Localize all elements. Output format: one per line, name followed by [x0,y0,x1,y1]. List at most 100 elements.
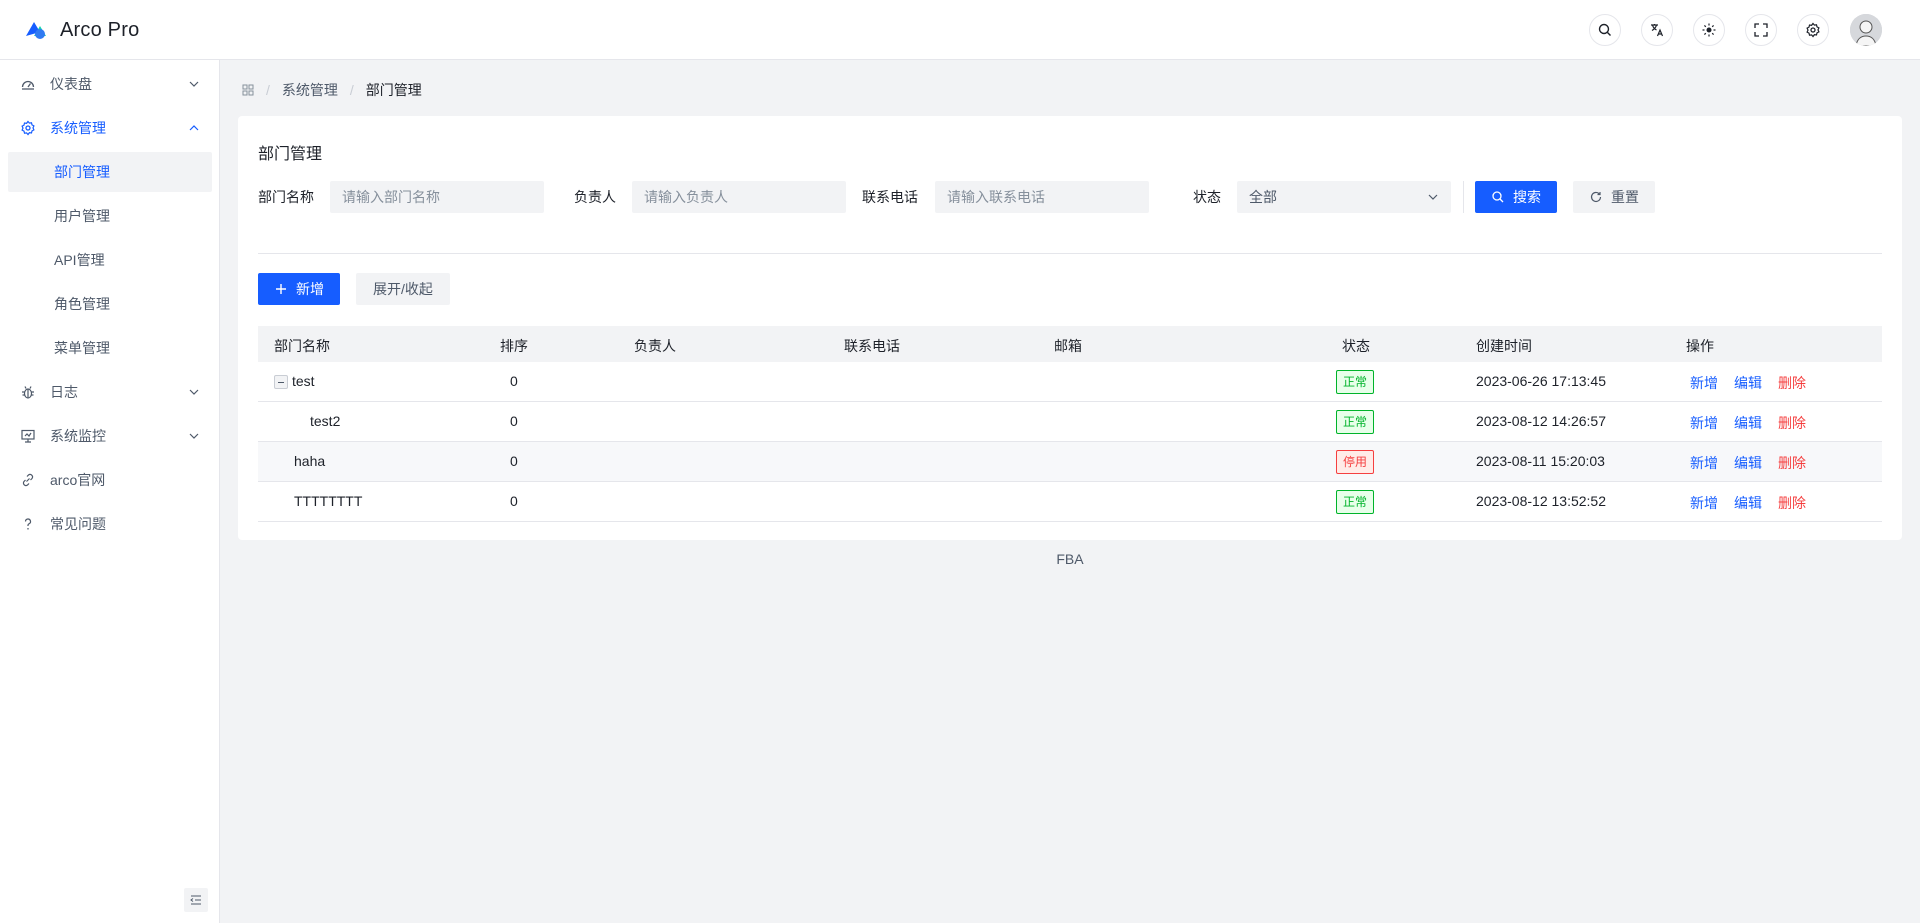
breadcrumb-separator: / [349,82,354,98]
sort-cell: 0 [510,413,518,429]
sort-cell: 0 [510,493,518,509]
sidebar-item-users[interactable]: 用户管理 [8,196,212,236]
sidebar-item-roles[interactable]: 角色管理 [8,284,212,324]
menu-fold-icon [190,895,201,905]
row-add-link[interactable]: 新增 [1690,453,1718,473]
theme-icon [1702,23,1716,37]
dept-name-cell: test [292,373,315,389]
theme-button[interactable] [1693,14,1725,46]
sidebar-item-label: 菜单管理 [54,340,110,356]
row-add-link[interactable]: 新增 [1690,493,1718,513]
sidebar-item-label: 用户管理 [54,208,110,224]
sidebar-item-label: 仪表盘 [50,76,92,92]
breadcrumb-separator: / [266,82,270,98]
created-cell: 2023-06-26 17:13:45 [1476,373,1606,389]
search-button[interactable] [1589,14,1621,46]
language-button[interactable] [1641,14,1673,46]
sidebar-collapse-button[interactable] [184,888,208,912]
chevron-down-icon [189,81,199,87]
col-header: 排序 [500,338,528,354]
sidebar-item-label: API管理 [54,252,105,268]
search-button[interactable]: 搜索 [1475,181,1557,213]
col-header: 状态 [1342,338,1370,354]
row-delete-link[interactable]: 删除 [1778,373,1806,393]
logo[interactable]: Arco Pro [22,16,139,44]
sidebar-item-arco-site[interactable]: arco官网 [8,460,212,500]
divider [258,253,1882,254]
sidebar-item-monitor[interactable]: 系统监控 [8,416,212,456]
chevron-down-icon [189,389,199,395]
plus-icon [276,284,286,294]
col-header: 部门名称 [274,338,330,354]
created-cell: 2023-08-11 15:20:03 [1476,453,1605,469]
search-button-label: 搜索 [1513,189,1541,205]
status-select[interactable]: 全部 [1237,181,1451,213]
col-header: 联系电话 [844,338,900,354]
settings-icon [1806,22,1820,38]
add-button[interactable]: 新增 [258,273,340,305]
top-navbar: Arco Pro [0,0,1920,60]
sidebar-item-label: arco官网 [50,472,106,488]
footer: FBA [1056,551,1084,567]
table-header: 部门名称 排序 负责人 联系电话 邮箱 状态 创建时间 操作 [258,326,1882,362]
row-edit-link[interactable]: 编辑 [1734,373,1762,393]
arco-logo-icon [26,22,46,39]
avatar[interactable] [1850,14,1882,46]
status-badge: 正常 [1336,370,1375,394]
status-badge: 正常 [1336,490,1375,514]
dept-name-cell: TTTTTTTT [294,493,363,509]
col-header: 创建时间 [1476,338,1532,354]
row-add-link[interactable]: 新增 [1690,413,1718,433]
col-header: 操作 [1686,338,1714,354]
reset-button[interactable]: 重置 [1573,181,1655,213]
sidebar-item-label: 常见问题 [50,516,106,532]
table-row: TTTTTTTT 0 正常 2023-08-12 13:52:52 新增 编辑 … [258,482,1882,522]
row-edit-link[interactable]: 编辑 [1734,493,1762,513]
apps-icon[interactable] [242,84,254,96]
dept-name-input[interactable]: 请输入部门名称 [330,181,544,213]
bug-icon [20,384,36,400]
sort-cell: 0 [510,373,518,389]
dept-name-label: 部门名称 [258,189,314,205]
breadcrumb-item[interactable]: 系统管理 [282,80,338,100]
row-edit-link[interactable]: 编辑 [1734,453,1762,473]
question-icon [20,516,36,532]
breadcrumb-current: 部门管理 [365,82,422,98]
sidebar-item-label: 角色管理 [54,296,110,312]
table-row: test2 0 正常 2023-08-12 14:26:57 新增 编辑 删除 [258,402,1882,442]
row-delete-link[interactable]: 删除 [1778,493,1806,513]
row-edit-link[interactable]: 编辑 [1734,413,1762,433]
sidebar-item-dept[interactable]: 部门管理 [8,152,212,192]
sidebar-item-dashboard[interactable]: 仪表盘 [8,64,212,104]
sidebar-item-label: 系统管理 [50,120,106,136]
sidebar-item-api[interactable]: API管理 [8,240,212,280]
phone-placeholder: 请输入联系电话 [947,189,1045,205]
app-title: Arco Pro [60,18,140,41]
translate-icon [1651,24,1664,37]
dept-table: 部门名称 排序 负责人 联系电话 邮箱 状态 创建时间 操作 test 0 正常… [258,326,1882,522]
col-header: 邮箱 [1054,338,1082,354]
dashboard-icon [20,76,36,92]
row-add-link[interactable]: 新增 [1690,373,1718,393]
status-badge: 正常 [1336,410,1375,434]
phone-label: 联系电话 [862,189,918,205]
dept-name-placeholder: 请输入部门名称 [342,189,440,205]
fullscreen-button[interactable] [1745,14,1777,46]
sidebar-item-system[interactable]: 系统管理 [8,108,212,148]
breadcrumb: / 系统管理 / 部门管理 [242,80,422,100]
sidebar-item-faq[interactable]: 常见问题 [8,504,212,544]
settings-button[interactable] [1797,14,1829,46]
expand-collapse-button[interactable]: 展开/收起 [356,273,450,305]
sidebar-item-logs[interactable]: 日志 [8,372,212,412]
link-icon [20,472,36,488]
phone-input[interactable]: 请输入联系电话 [935,181,1149,213]
dept-name-cell: test2 [310,413,341,429]
row-delete-link[interactable]: 删除 [1778,413,1806,433]
leader-input[interactable]: 请输入负责人 [632,181,846,213]
add-button-label: 新增 [296,281,324,297]
chevron-down-icon [1428,194,1438,200]
sidebar-item-menus[interactable]: 菜单管理 [8,328,212,368]
collapse-row-icon[interactable] [274,375,288,389]
row-delete-link[interactable]: 删除 [1778,453,1806,473]
search-icon [1598,23,1611,36]
